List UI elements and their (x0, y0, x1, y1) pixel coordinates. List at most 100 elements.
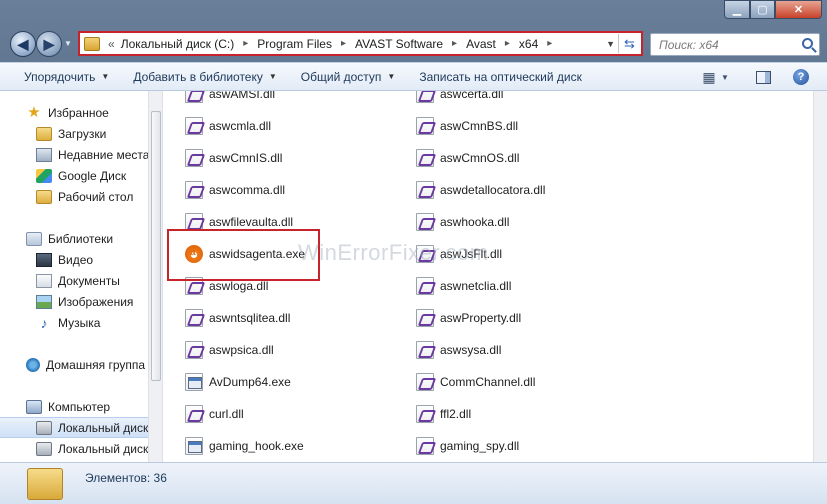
sidebar-item-label: Документы (58, 273, 120, 288)
file-list-scrollbar[interactable] (813, 91, 827, 462)
file-item[interactable]: gaming_hook.exe (185, 432, 304, 460)
sidebar-item-computer[interactable]: Компьютер (0, 396, 148, 417)
file-item[interactable]: aswpsica.dll (185, 336, 274, 364)
chevron-down-icon: ▼ (268, 72, 277, 81)
sidebar-item-libraries[interactable]: Библиотеки (0, 228, 148, 249)
file-item[interactable]: aswCmnOS.dll (416, 144, 519, 172)
search-input[interactable]: Поиск: x64 (659, 38, 719, 52)
file-item[interactable]: aswcerta.dll (416, 91, 503, 108)
file-name: aswloga.dll (209, 279, 269, 293)
file-item[interactable]: aswCmnBS.dll (416, 112, 518, 140)
file-item[interactable]: gaming_spy.dll (416, 432, 519, 460)
sidebar-item-documents[interactable]: Документы (0, 270, 148, 291)
file-item[interactable]: aswProperty.dll (416, 304, 521, 332)
close-button[interactable]: ✕ (775, 0, 822, 19)
search-icon[interactable] (802, 38, 813, 49)
dll-file-icon (416, 341, 434, 359)
add-to-library-label: Добавить в библиотеку (133, 69, 263, 84)
file-item[interactable]: AvDump64.exe (185, 368, 291, 396)
organize-button[interactable]: Упорядочить ▼ (24, 70, 109, 84)
help-button[interactable]: ? (792, 68, 810, 86)
file-item[interactable]: ffl2.dll (416, 400, 471, 428)
file-item[interactable]: aswnetclia.dll (416, 272, 511, 300)
hard-disk-icon (36, 441, 52, 456)
refresh-button[interactable]: ⇆ (618, 34, 640, 53)
address-overflow[interactable]: « (108, 37, 115, 51)
scrollbar-thumb[interactable] (151, 111, 161, 381)
file-item[interactable]: aswdetallocatora.dll (416, 176, 545, 204)
sidebar-item-downloads[interactable]: Загрузки (0, 123, 148, 144)
sidebar-item-desktop[interactable]: Рабочий стол (0, 186, 148, 207)
sidebar-item-video[interactable]: Видео (0, 249, 148, 270)
file-name: aswcmla.dll (209, 119, 272, 133)
file-item[interactable]: aswAMSI.dll (185, 91, 275, 108)
share-button[interactable]: Общий доступ ▼ (301, 70, 396, 84)
minimize-button[interactable]: ▁ (724, 0, 750, 19)
preview-pane-button[interactable] (754, 68, 772, 86)
sidebar-item-label: Избранное (48, 105, 109, 120)
breadcrumb-avast-software[interactable]: AVAST Software (355, 37, 443, 51)
sidebar-item-label: Видео (58, 252, 94, 267)
breadcrumb-local-disk[interactable]: Локальный диск (C:) (121, 37, 235, 51)
sidebar-item-homegroup[interactable]: Домашняя группа (0, 354, 148, 375)
breadcrumb-separator[interactable]: ▸ (243, 38, 248, 49)
dll-file-icon (185, 91, 203, 103)
forward-button[interactable]: ▶ (36, 31, 62, 57)
file-item[interactable]: aswCmnIS.dll (185, 144, 282, 172)
address-dropdown-icon[interactable]: ▼ (606, 39, 615, 49)
sidebar-item-favorites[interactable]: ★ Избранное (0, 102, 148, 123)
libraries-icon (26, 231, 42, 246)
breadcrumb-separator[interactable]: ▸ (452, 38, 457, 49)
sidebar-item-label: Изображения (58, 294, 134, 309)
sidebar-item-google-drive[interactable]: Google Диск (0, 165, 148, 186)
preview-pane-icon (755, 70, 771, 84)
sidebar-item-label: Google Диск (58, 168, 127, 183)
navigation-scrollbar[interactable] (148, 91, 163, 462)
file-name: gaming_hook.exe (209, 439, 304, 453)
file-name: curl.dll (209, 407, 244, 421)
file-name: AvDump64.exe (209, 375, 291, 389)
sidebar-item-recent[interactable]: Недавние места (0, 144, 148, 165)
sidebar-item-local-disk-d[interactable]: Локальный диск (0, 438, 148, 459)
back-arrow-icon: ◀ (17, 35, 29, 52)
dll-file-icon (416, 149, 434, 167)
close-icon: ✕ (793, 4, 804, 16)
sidebar-item-music[interactable]: ♪ Музыка (0, 312, 148, 333)
breadcrumb-separator[interactable]: ▸ (341, 38, 346, 49)
sidebar-item-images[interactable]: Изображения (0, 291, 148, 312)
file-item[interactable]: CommChannel.dll (416, 368, 535, 396)
folder-icon (36, 126, 52, 141)
exe-file-icon (185, 373, 203, 391)
address-bar[interactable]: « Локальный диск (C:) ▸ Program Files ▸ … (78, 31, 643, 56)
burn-button[interactable]: Записать на оптический диск (419, 70, 582, 84)
dll-file-icon (416, 277, 434, 295)
add-to-library-button[interactable]: Добавить в библиотеку ▼ (133, 70, 276, 84)
file-item[interactable]: aswntsqlitea.dll (185, 304, 290, 332)
view-options-dropdown[interactable]: ▼ (720, 68, 730, 86)
change-view-button[interactable]: ▦ (700, 68, 718, 86)
file-item[interactable]: aswcomma.dll (185, 176, 285, 204)
file-name: aswCmnIS.dll (209, 151, 283, 165)
breadcrumb-avast[interactable]: Avast (466, 37, 496, 51)
google-drive-icon (36, 168, 52, 183)
refresh-icon: ⇆ (624, 35, 635, 51)
file-item[interactable]: curl.dll (185, 400, 244, 428)
file-item[interactable]: aswhooka.dll (416, 208, 509, 236)
maximize-button[interactable]: ▢ (750, 0, 775, 19)
file-item[interactable]: aswsysa.dll (416, 336, 501, 364)
grid-view-icon: ▦ (702, 68, 716, 85)
sidebar-item-local-disk-c[interactable]: Локальный диск (0, 417, 148, 438)
recent-places-icon (36, 147, 52, 162)
search-box[interactable]: Поиск: x64 (650, 33, 820, 56)
dll-file-icon (416, 373, 434, 391)
recent-pages-dropdown[interactable]: ▼ (64, 39, 72, 48)
file-item[interactable]: aswcmla.dll (185, 112, 271, 140)
burn-label: Записать на оптический диск (419, 69, 582, 84)
title-bar: ▁ ▢ ✕ (0, 0, 827, 30)
breadcrumb-program-files[interactable]: Program Files (257, 37, 332, 51)
breadcrumb-x64[interactable]: x64 (519, 37, 538, 51)
breadcrumb-separator[interactable]: ▸ (505, 38, 510, 49)
breadcrumb-separator[interactable]: ▸ (547, 38, 552, 49)
file-name: aswAMSI.dll (209, 91, 276, 101)
back-button[interactable]: ◀ (10, 31, 36, 57)
